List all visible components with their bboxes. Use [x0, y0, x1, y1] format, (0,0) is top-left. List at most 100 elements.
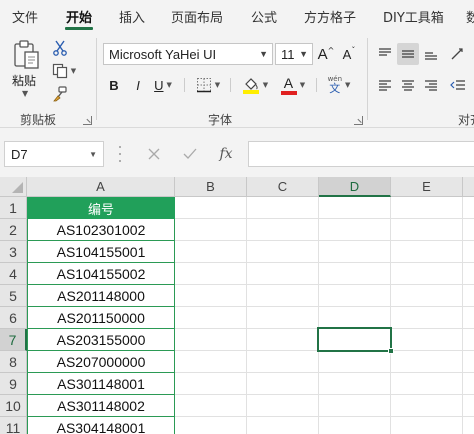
active-cell-d7[interactable]: [317, 327, 392, 352]
cell-a4[interactable]: AS104155002: [27, 263, 175, 285]
row-header-10[interactable]: 10: [0, 395, 27, 417]
tab-file[interactable]: 文件: [12, 7, 38, 26]
cell-a3[interactable]: AS104155001: [27, 241, 175, 263]
fill-color-button[interactable]: ▼: [238, 74, 272, 96]
align-right-icon: [425, 80, 437, 91]
toolbar-divider: [316, 78, 317, 92]
close-icon: [148, 148, 160, 160]
fill-color-dropdown-caret[interactable]: ▼: [263, 81, 268, 89]
middle-align-button[interactable]: [397, 43, 419, 65]
underline-button[interactable]: U ▼: [148, 74, 178, 96]
underline-icon: U: [154, 77, 164, 93]
tab-fangfang-gezi[interactable]: 方方格子: [304, 7, 356, 26]
cell-a1-header[interactable]: 编号: [27, 197, 175, 219]
borders-dropdown-caret[interactable]: ▼: [215, 81, 220, 89]
cell-a8[interactable]: AS207000000: [27, 351, 175, 373]
row-header-5[interactable]: 5: [0, 285, 27, 307]
align-center-button[interactable]: [397, 74, 419, 96]
cell-a7[interactable]: AS203155000: [27, 329, 175, 351]
grow-font-button[interactable]: A ^: [316, 43, 336, 65]
phonetic-guide-button[interactable]: wén 文 ▼: [322, 72, 356, 98]
row-header-11[interactable]: 11: [0, 417, 27, 434]
align-bottom-icon: [425, 52, 437, 60]
gridline: [318, 197, 319, 434]
cell-a9[interactable]: AS301148001: [27, 373, 175, 395]
formula-bar-splitter[interactable]: [118, 146, 122, 162]
row-header-4[interactable]: 4: [0, 263, 27, 285]
cell-a10[interactable]: AS301148002: [27, 395, 175, 417]
font-dialog-launcher[interactable]: [354, 116, 363, 125]
italic-icon: I: [136, 77, 140, 93]
borders-button[interactable]: ▼: [192, 74, 224, 96]
phonetic-dropdown-caret[interactable]: ▼: [345, 81, 350, 89]
row-header-6[interactable]: 6: [0, 307, 27, 329]
function-icon: fx: [219, 146, 233, 162]
tab-diy-toolbox[interactable]: DIY工具箱: [383, 7, 444, 26]
cell-a6[interactable]: AS201150000: [27, 307, 175, 329]
paint-bucket-icon: [242, 78, 259, 94]
row-header-7[interactable]: 7: [0, 329, 27, 351]
enter-button[interactable]: [176, 141, 204, 167]
font-group-label: 字体: [208, 113, 233, 127]
cell-a2[interactable]: AS102301002: [27, 219, 175, 241]
gridline: [462, 197, 463, 434]
font-color-dropdown-caret[interactable]: ▼: [300, 81, 305, 89]
font-color-button[interactable]: A ▼: [276, 74, 310, 96]
bold-button[interactable]: B: [104, 74, 124, 96]
insert-function-button[interactable]: fx: [212, 141, 240, 167]
ribbon-tab-bar: 文件 开始 插入 页面布局 公式 方方格子 DIY工具箱 数: [0, 0, 474, 32]
worksheet-grid[interactable]: A B C D E 1 2 3 4 5 6 7 8 9 10 11 编号 AS1…: [0, 177, 474, 434]
orientation-icon: [451, 48, 463, 60]
align-left-button[interactable]: [374, 74, 396, 96]
paste-dropdown-caret[interactable]: ▼: [22, 90, 28, 98]
chevron-down-icon: ▼: [299, 49, 308, 59]
scissors-icon: [53, 40, 67, 56]
cut-button[interactable]: [50, 38, 70, 58]
font-size-dropdown[interactable]: 11 ▼: [275, 43, 313, 65]
align-center-icon: [402, 80, 414, 91]
row-header-2[interactable]: 2: [0, 219, 27, 241]
tab-formulas[interactable]: 公式: [251, 7, 277, 26]
font-name-value: Microsoft YaHei UI: [109, 46, 217, 62]
column-header-e[interactable]: E: [391, 177, 463, 197]
bottom-align-button[interactable]: [420, 43, 442, 65]
copy-button[interactable]: ▼: [50, 61, 78, 81]
italic-button[interactable]: I: [128, 74, 148, 96]
row-header-8[interactable]: 8: [0, 351, 27, 373]
align-right-button[interactable]: [420, 74, 442, 96]
tab-page-layout[interactable]: 页面布局: [171, 7, 223, 26]
formula-input[interactable]: [248, 141, 474, 167]
cancel-entry-button[interactable]: [140, 141, 168, 167]
paste-label[interactable]: 粘贴: [12, 72, 36, 89]
clipboard-dialog-launcher[interactable]: [83, 116, 92, 125]
row-header-1[interactable]: 1: [0, 197, 27, 219]
copy-dropdown-caret[interactable]: ▼: [71, 67, 76, 75]
select-all-button[interactable]: [0, 177, 27, 197]
name-box[interactable]: D7 ▼: [4, 141, 104, 167]
tab-data[interactable]: 数: [466, 7, 474, 26]
column-header-f[interactable]: [463, 177, 474, 197]
cell-a5[interactable]: AS201148000: [27, 285, 175, 307]
tab-insert[interactable]: 插入: [119, 7, 145, 26]
row-header-9[interactable]: 9: [0, 373, 27, 395]
column-header-b[interactable]: B: [175, 177, 247, 197]
underline-dropdown-caret[interactable]: ▼: [167, 81, 172, 89]
top-align-button[interactable]: [374, 43, 396, 65]
column-header-a[interactable]: A: [27, 177, 175, 197]
align-left-icon: [379, 80, 391, 91]
column-header-d[interactable]: D: [319, 177, 391, 197]
shrink-font-button[interactable]: Aˇ: [339, 43, 359, 65]
font-name-dropdown[interactable]: Microsoft YaHei UI ▼: [103, 43, 273, 65]
format-painter-button[interactable]: [50, 84, 70, 104]
paste-button[interactable]: [10, 38, 44, 72]
cell-a11[interactable]: AS304148001: [27, 417, 175, 434]
toolbar-divider: [230, 78, 231, 92]
orientation-button[interactable]: [445, 43, 471, 65]
chevron-down-icon[interactable]: ▼: [89, 150, 97, 159]
decrease-indent-button[interactable]: [445, 74, 471, 96]
column-header-c[interactable]: C: [247, 177, 319, 197]
row-header-3[interactable]: 3: [0, 241, 27, 263]
tab-home[interactable]: 开始: [66, 7, 92, 26]
chevron-down-icon: ▼: [259, 49, 268, 59]
fill-handle[interactable]: [388, 348, 394, 354]
